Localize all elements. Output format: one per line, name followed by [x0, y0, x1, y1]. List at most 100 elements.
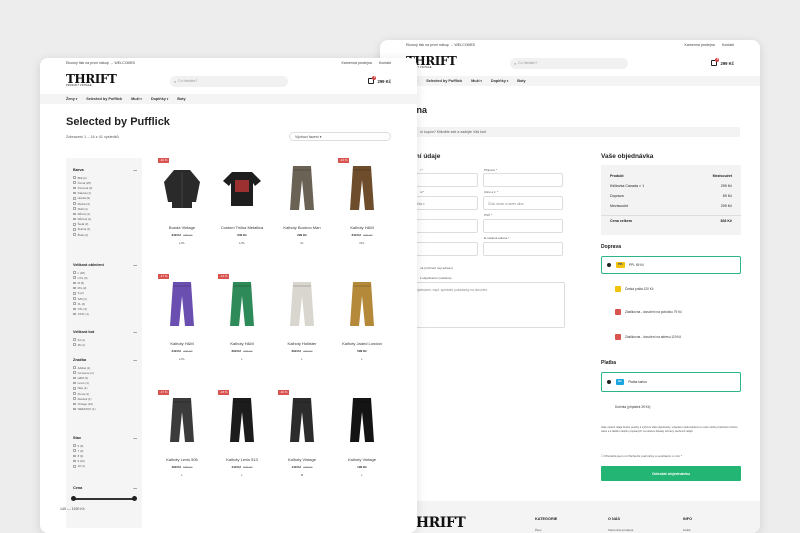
- checkbox-icon[interactable]: [73, 191, 76, 195]
- cart-button[interactable]: 1 299 Kč: [368, 76, 391, 84]
- product-image[interactable]: -18 %: [218, 390, 262, 444]
- surname-input[interactable]: [483, 173, 563, 187]
- product-card[interactable]: -18 % Kalhoty Levis 513 449 Kč 549 Kč L: [218, 390, 266, 477]
- product-card[interactable]: -10 % Bunda Vintage 349 Kč 399 Kč L/XL: [158, 158, 206, 245]
- checkbox-icon[interactable]: [73, 222, 76, 226]
- product-image[interactable]: -10 %: [158, 158, 202, 212]
- checkbox-icon[interactable]: [73, 343, 76, 347]
- shipping-option-posta[interactable]: Česká pošta 120 Kč: [601, 280, 741, 298]
- product-card[interactable]: -40 % Kalhoty Vintage 149 Kč 249 Kč M: [278, 390, 326, 477]
- checkbox-icon[interactable]: [73, 459, 76, 463]
- checkbox-icon[interactable]: [73, 307, 76, 311]
- shipping-option-zasilkovna-address[interactable]: Zásilkovna - doručení na adresu 119 Kč: [601, 328, 741, 346]
- filter-option[interactable]: Žlutá (1): [73, 232, 137, 237]
- product-image[interactable]: [222, 162, 262, 212]
- psc-input[interactable]: [483, 219, 563, 233]
- filter-option[interactable]: XXXL (1): [73, 312, 137, 317]
- footer-link[interactable]: Kamenná prodejna: [608, 528, 633, 532]
- nav-muzi[interactable]: Muži: [131, 97, 142, 101]
- shipping-option-zasilkovna-branch[interactable]: Zásilkovna - doručení na pobočku 79 Kč: [601, 303, 741, 321]
- checkbox-icon[interactable]: [73, 444, 76, 447]
- filter-option[interactable]: 45 (1): [73, 342, 137, 347]
- payment-option-card[interactable]: G≻ Platba kartou: [601, 372, 741, 392]
- order-note-textarea[interactable]: k Vaší objednávce, např. speciální požad…: [400, 282, 565, 328]
- checkbox-icon[interactable]: [73, 212, 76, 216]
- checkbox-icon[interactable]: [73, 454, 76, 458]
- checkbox-icon[interactable]: [73, 281, 76, 285]
- product-name[interactable]: Kalhoty Hollister: [278, 341, 326, 346]
- checkbox-icon[interactable]: [73, 207, 76, 211]
- checkbox-icon[interactable]: [73, 392, 76, 395]
- product-name[interactable]: Kalhoty Vintage: [278, 457, 326, 462]
- checkbox-icon[interactable]: [73, 465, 76, 468]
- product-image[interactable]: [282, 278, 322, 328]
- product-card[interactable]: Kalhoty Jaded London 599 Kč L: [338, 278, 386, 361]
- nav-doplnky[interactable]: Doplňky: [151, 97, 168, 101]
- nav-boty[interactable]: Boty: [177, 97, 185, 101]
- filter-heading[interactable]: Barva —: [73, 168, 137, 172]
- product-image[interactable]: [342, 394, 382, 444]
- filter-option[interactable]: WEEKDAY (1): [73, 407, 137, 412]
- nav-muzi[interactable]: Muži: [471, 79, 482, 83]
- checkbox-icon[interactable]: [73, 292, 76, 295]
- product-card[interactable]: -17 % Kalhoty Levis 505 499 Kč 599 Kč L: [158, 390, 206, 477]
- product-name[interactable]: Custom Trička Metallica: [218, 225, 266, 230]
- nav-doplnky[interactable]: Doplňky: [491, 79, 508, 83]
- checkbox-icon[interactable]: [73, 271, 76, 274]
- thrift-logo[interactable]: THRIFT PRODUKT VINTAGE: [66, 73, 117, 87]
- product-name[interactable]: Kalhoty Vintage: [338, 457, 386, 462]
- product-name[interactable]: Kalhoty Boohoo Man: [278, 225, 326, 230]
- product-name[interactable]: Kalhoty Jaded London: [338, 341, 386, 346]
- footer-link[interactable]: Košík: [683, 528, 691, 532]
- checkbox-icon[interactable]: [73, 381, 76, 385]
- product-name[interactable]: Kalhoty H&M: [218, 341, 266, 346]
- product-card[interactable]: -17 % Kalhoty H&M 249 Kč 299 Kč L/XL: [158, 274, 206, 361]
- checkbox-icon[interactable]: [73, 397, 76, 401]
- nav-selected[interactable]: Selected by Pufflick: [86, 97, 122, 101]
- product-card[interactable]: Kalhoty Hollister 299 Kč 349 Kč L: [278, 278, 326, 361]
- product-image[interactable]: -17 %: [158, 274, 202, 328]
- payment-option-cod[interactable]: Dobírka (příplatek 39 Kč): [601, 398, 741, 416]
- product-card[interactable]: Kalhoty Vintage 199 Kč L: [338, 394, 386, 477]
- filter-option[interactable]: 10 (1): [73, 464, 137, 469]
- checkbox-icon[interactable]: [73, 302, 76, 306]
- place-order-button[interactable]: Odeslat objednávku: [601, 466, 741, 481]
- checkbox-icon[interactable]: [73, 217, 76, 221]
- checkbox-icon[interactable]: [73, 376, 76, 380]
- product-name[interactable]: Bunda Vintage: [158, 225, 206, 230]
- checkbox-icon[interactable]: [73, 186, 76, 190]
- checkbox-icon[interactable]: [73, 387, 76, 390]
- cart-button[interactable]: 1 299 Kč: [711, 58, 734, 66]
- product-image[interactable]: -14 %: [218, 274, 262, 328]
- product-image[interactable]: -17 %: [158, 390, 202, 444]
- filter-heading[interactable]: Značka —: [73, 358, 137, 362]
- nav-zeny[interactable]: Ženy: [66, 97, 77, 101]
- checkbox-icon[interactable]: [73, 371, 76, 375]
- store-link[interactable]: Kamenná prodejna: [684, 43, 714, 47]
- store-link[interactable]: Kamenná prodejna: [341, 61, 371, 65]
- product-card[interactable]: -10 % Kalhoty H&M 349 Kč 399 Kč M/L: [338, 158, 386, 245]
- product-image[interactable]: [282, 162, 322, 212]
- search-input[interactable]: ⌕ Co hledáte?: [510, 57, 628, 69]
- filter-heading[interactable]: Velikost oblečení —: [73, 263, 137, 267]
- product-name[interactable]: Kalhoty H&M: [158, 341, 206, 346]
- checkbox-icon[interactable]: [73, 297, 76, 300]
- product-name[interactable]: Kalhoty Levis 505: [158, 457, 206, 462]
- nav-selected[interactable]: Selected by Pufflick: [426, 79, 462, 83]
- checkbox-icon[interactable]: [73, 276, 76, 280]
- checkbox-icon[interactable]: [73, 228, 76, 231]
- checkbox-icon[interactable]: [73, 402, 76, 406]
- product-card[interactable]: Custom Trička Metallica 349 Kč L/XL: [218, 162, 266, 245]
- product-card[interactable]: Kalhoty Boohoo Man 299 Kč XL: [278, 162, 326, 245]
- street-input[interactable]: Číslo domu a název ulice: [483, 196, 563, 210]
- search-input[interactable]: ⌕ Co hledáte?: [170, 75, 288, 87]
- contact-link[interactable]: Kontakt: [379, 61, 391, 65]
- checkbox-icon[interactable]: [73, 338, 76, 341]
- filter-heading[interactable]: Velikost bot —: [73, 330, 137, 334]
- product-name[interactable]: Kalhoty Levis 513: [218, 457, 266, 462]
- filter-heading[interactable]: Stav —: [73, 436, 137, 440]
- terms-checkbox[interactable]: ☐ Přečetl/a jsem si Obchodní podmínky a …: [601, 454, 682, 458]
- contact-link[interactable]: Kontakt: [722, 43, 734, 47]
- product-image[interactable]: -40 %: [278, 390, 322, 444]
- checkbox-icon[interactable]: [73, 176, 76, 179]
